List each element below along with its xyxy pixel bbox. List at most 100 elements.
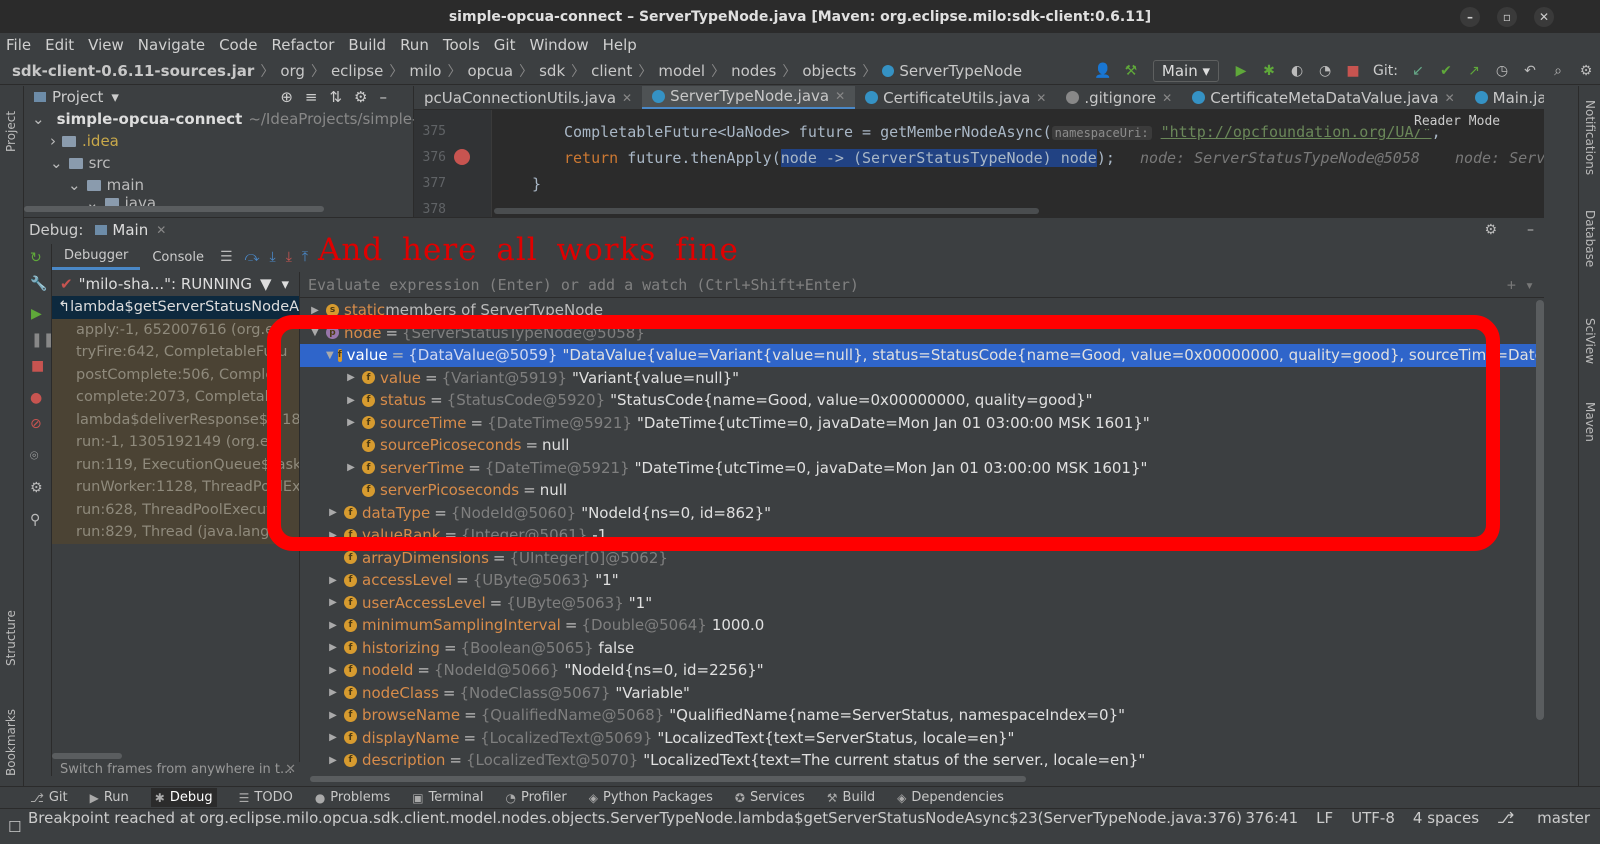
tool-tab-debug[interactable]: ✱ Debug — [150, 788, 217, 807]
expand-icon[interactable]: ▶ — [326, 732, 340, 743]
menu-refactor[interactable]: Refactor — [271, 36, 334, 54]
view-breakpoints-icon[interactable]: ● — [30, 390, 42, 406]
file-encoding[interactable]: UTF-8 — [1351, 809, 1395, 827]
breadcrumb-item[interactable]: sdk-client-0.6.11-sources.jar — [12, 62, 254, 80]
tree-item-main[interactable]: ⌄ main — [24, 174, 413, 196]
expand-icon[interactable]: ▶ — [326, 755, 340, 766]
expand-icon[interactable]: ▶ — [326, 710, 340, 721]
expand-icon[interactable]: ▶ — [326, 620, 340, 631]
undo-icon[interactable]: ↶ — [1519, 63, 1541, 79]
step-out-icon[interactable]: ⤒ — [302, 249, 308, 265]
pause-icon[interactable]: ❚❚ — [31, 332, 54, 348]
database-tool-tab[interactable]: Database — [1583, 210, 1597, 267]
editor-tab[interactable]: CertificateUtils.java ✕ — [855, 86, 1056, 109]
stack-frame[interactable]: postComplete:506, Comple — [52, 363, 299, 386]
user-icon[interactable]: 👤 — [1092, 63, 1114, 79]
expand-icon[interactable]: ▶ — [326, 642, 340, 653]
profile-icon[interactable]: ◔ — [1314, 63, 1336, 79]
editor-scrollbar[interactable] — [494, 208, 1039, 214]
stack-frame[interactable]: complete:2073, Completab — [52, 386, 299, 409]
variable-row[interactable]: ▶ f accessLevel = {UByte@5063} "1" — [300, 569, 1536, 592]
add-watch-icon[interactable]: + ▾ — [1507, 276, 1534, 294]
tab-console[interactable]: Console — [140, 244, 216, 270]
notifications-tool-tab[interactable]: Notifications — [1583, 100, 1597, 175]
tool-tab-build[interactable]: ⚒ Build — [827, 790, 875, 805]
hammer-icon[interactable]: ⚒ — [1120, 63, 1142, 79]
run-config-select[interactable]: Main ▾ — [1152, 60, 1220, 82]
stack-frame[interactable]: run:119, ExecutionQueue$Task — [52, 453, 299, 476]
close-icon[interactable]: ✕ — [156, 223, 166, 237]
menu-view[interactable]: View — [88, 36, 124, 54]
git-commit-icon[interactable]: ✔ — [1435, 63, 1457, 79]
variable-row[interactable]: ▶ f userAccessLevel = {UByte@5063} "1" — [300, 592, 1536, 615]
stack-frame[interactable]: ↰ lambda$getServerStatusNodeA — [52, 296, 299, 319]
git-branch[interactable]: ⎇ master — [1497, 809, 1590, 827]
git-push-icon[interactable]: ↗ — [1463, 63, 1485, 79]
close-tab-icon[interactable]: ✕ — [835, 89, 845, 103]
breadcrumb-item[interactable]: objects — [802, 62, 856, 80]
menu-tools[interactable]: Tools — [443, 36, 480, 54]
breadcrumb-item[interactable]: opcua — [467, 62, 513, 80]
tool-tab-terminal[interactable]: ▣ Terminal — [412, 790, 483, 805]
editor-tab[interactable]: .gitignore ✕ — [1056, 86, 1182, 109]
breadcrumb-item[interactable]: ServerTypeNode — [899, 62, 1022, 80]
chevron-down-icon[interactable]: ▾ — [282, 275, 290, 293]
tool-tab-git[interactable]: ⎇ Git — [30, 790, 68, 805]
menu-navigate[interactable]: Navigate — [138, 36, 205, 54]
menu-help[interactable]: Help — [603, 36, 637, 54]
close-tab-icon[interactable]: ✕ — [1445, 91, 1455, 105]
variable-row[interactable]: ▶ f displayName = {LocalizedText@5069} "Local… — [300, 727, 1536, 750]
variable-row[interactable]: ▶ f nodeId = {NodeId@5066} "NodeId{ns=0, id=2… — [300, 659, 1536, 682]
variable-row[interactable]: ▶ f minimumSamplingInterval = {Double@5064} 1… — [300, 614, 1536, 637]
menu-file[interactable]: File — [6, 36, 31, 54]
breakpoint-icon[interactable] — [454, 149, 470, 165]
variable-row[interactable]: ▶ f nodeClass = {NodeClass@5067} "Variable" — [300, 682, 1536, 705]
run-icon[interactable]: ▶ — [1230, 63, 1252, 79]
stack-frame[interactable]: apply:-1, 652007616 (org.ec — [52, 318, 299, 341]
tree-item-root[interactable]: ⌄ simple-opcua-connect ~/IdeaProjects/si… — [24, 108, 427, 130]
breadcrumb-item[interactable]: org — [280, 62, 305, 80]
git-update-icon[interactable]: ↙ — [1407, 63, 1429, 79]
variable-row[interactable]: ▶ f historizing = {Boolean@5065} false — [300, 637, 1536, 660]
maximize-icon[interactable]: ▫ — [1497, 7, 1517, 27]
code-editor[interactable]: 375 376 377 378 CompletableFuture<UaNode… — [414, 110, 1544, 217]
camera-icon[interactable]: ⌾ — [30, 448, 38, 464]
line-separator[interactable]: LF — [1316, 809, 1333, 827]
indent-setting[interactable]: 4 spaces — [1413, 809, 1479, 827]
resume-icon[interactable]: ▶ — [31, 306, 42, 322]
project-tool-tab[interactable]: Project — [4, 111, 18, 152]
editor-tab[interactable]: CertificateMetaDataValue.java ✕ — [1182, 86, 1464, 109]
mute-breakpoints-icon[interactable]: ⊘ — [30, 416, 42, 432]
project-panel-actions[interactable]: ⊕≡⇅⚙– — [280, 88, 399, 106]
variable-row[interactable]: ▶ f description = {LocalizedText@5070} "Local… — [300, 749, 1536, 772]
menu-git[interactable]: Git — [494, 36, 516, 54]
expand-icon[interactable]: ▶ — [326, 665, 340, 676]
stack-frame[interactable]: run:-1, 1305192149 (org.ecl — [52, 431, 299, 454]
tool-tab-profiler[interactable]: ◔ Profiler — [506, 790, 567, 805]
variable-row[interactable]: ▶ f browseName = {QualifiedName@5068} "Qualif… — [300, 704, 1536, 727]
breadcrumb-item[interactable]: model — [658, 62, 705, 80]
stop-icon[interactable]: ■ — [31, 358, 44, 374]
menu-build[interactable]: Build — [348, 36, 386, 54]
menu-edit[interactable]: Edit — [45, 36, 74, 54]
variables-scrollbar[interactable] — [1536, 300, 1544, 720]
tool-tab-dependencies[interactable]: ◈ Dependencies — [897, 790, 1004, 805]
filter-icon[interactable]: ▼ — [260, 275, 272, 293]
stack-frame[interactable]: runWorker:1128, ThreadPoolEx — [52, 476, 299, 499]
minimize-icon[interactable]: – — [1527, 222, 1534, 238]
menu-code[interactable]: Code — [219, 36, 257, 54]
minimize-icon[interactable]: – — [1460, 7, 1480, 27]
breadcrumb-item[interactable]: client — [591, 62, 632, 80]
maven-tool-tab[interactable]: Maven — [1583, 402, 1597, 442]
evaluate-expression-input[interactable]: Evaluate expression (Enter) or add a wat… — [300, 272, 1544, 298]
step-over-icon[interactable]: ⤼ — [245, 249, 260, 265]
tool-tab-problems[interactable]: ● Problems — [315, 790, 390, 805]
menu-run[interactable]: Run — [400, 36, 429, 54]
cursor-position[interactable]: 376:41 — [1245, 809, 1298, 827]
breadcrumb-item[interactable]: milo — [409, 62, 441, 80]
breadcrumb-item[interactable]: nodes — [731, 62, 776, 80]
tab-debugger[interactable]: Debugger — [52, 244, 141, 270]
project-scrollbar[interactable] — [24, 206, 324, 212]
editor-tab[interactable]: Main.java✕ — [1465, 86, 1544, 109]
force-step-into-icon[interactable]: ⤓ — [286, 249, 292, 265]
